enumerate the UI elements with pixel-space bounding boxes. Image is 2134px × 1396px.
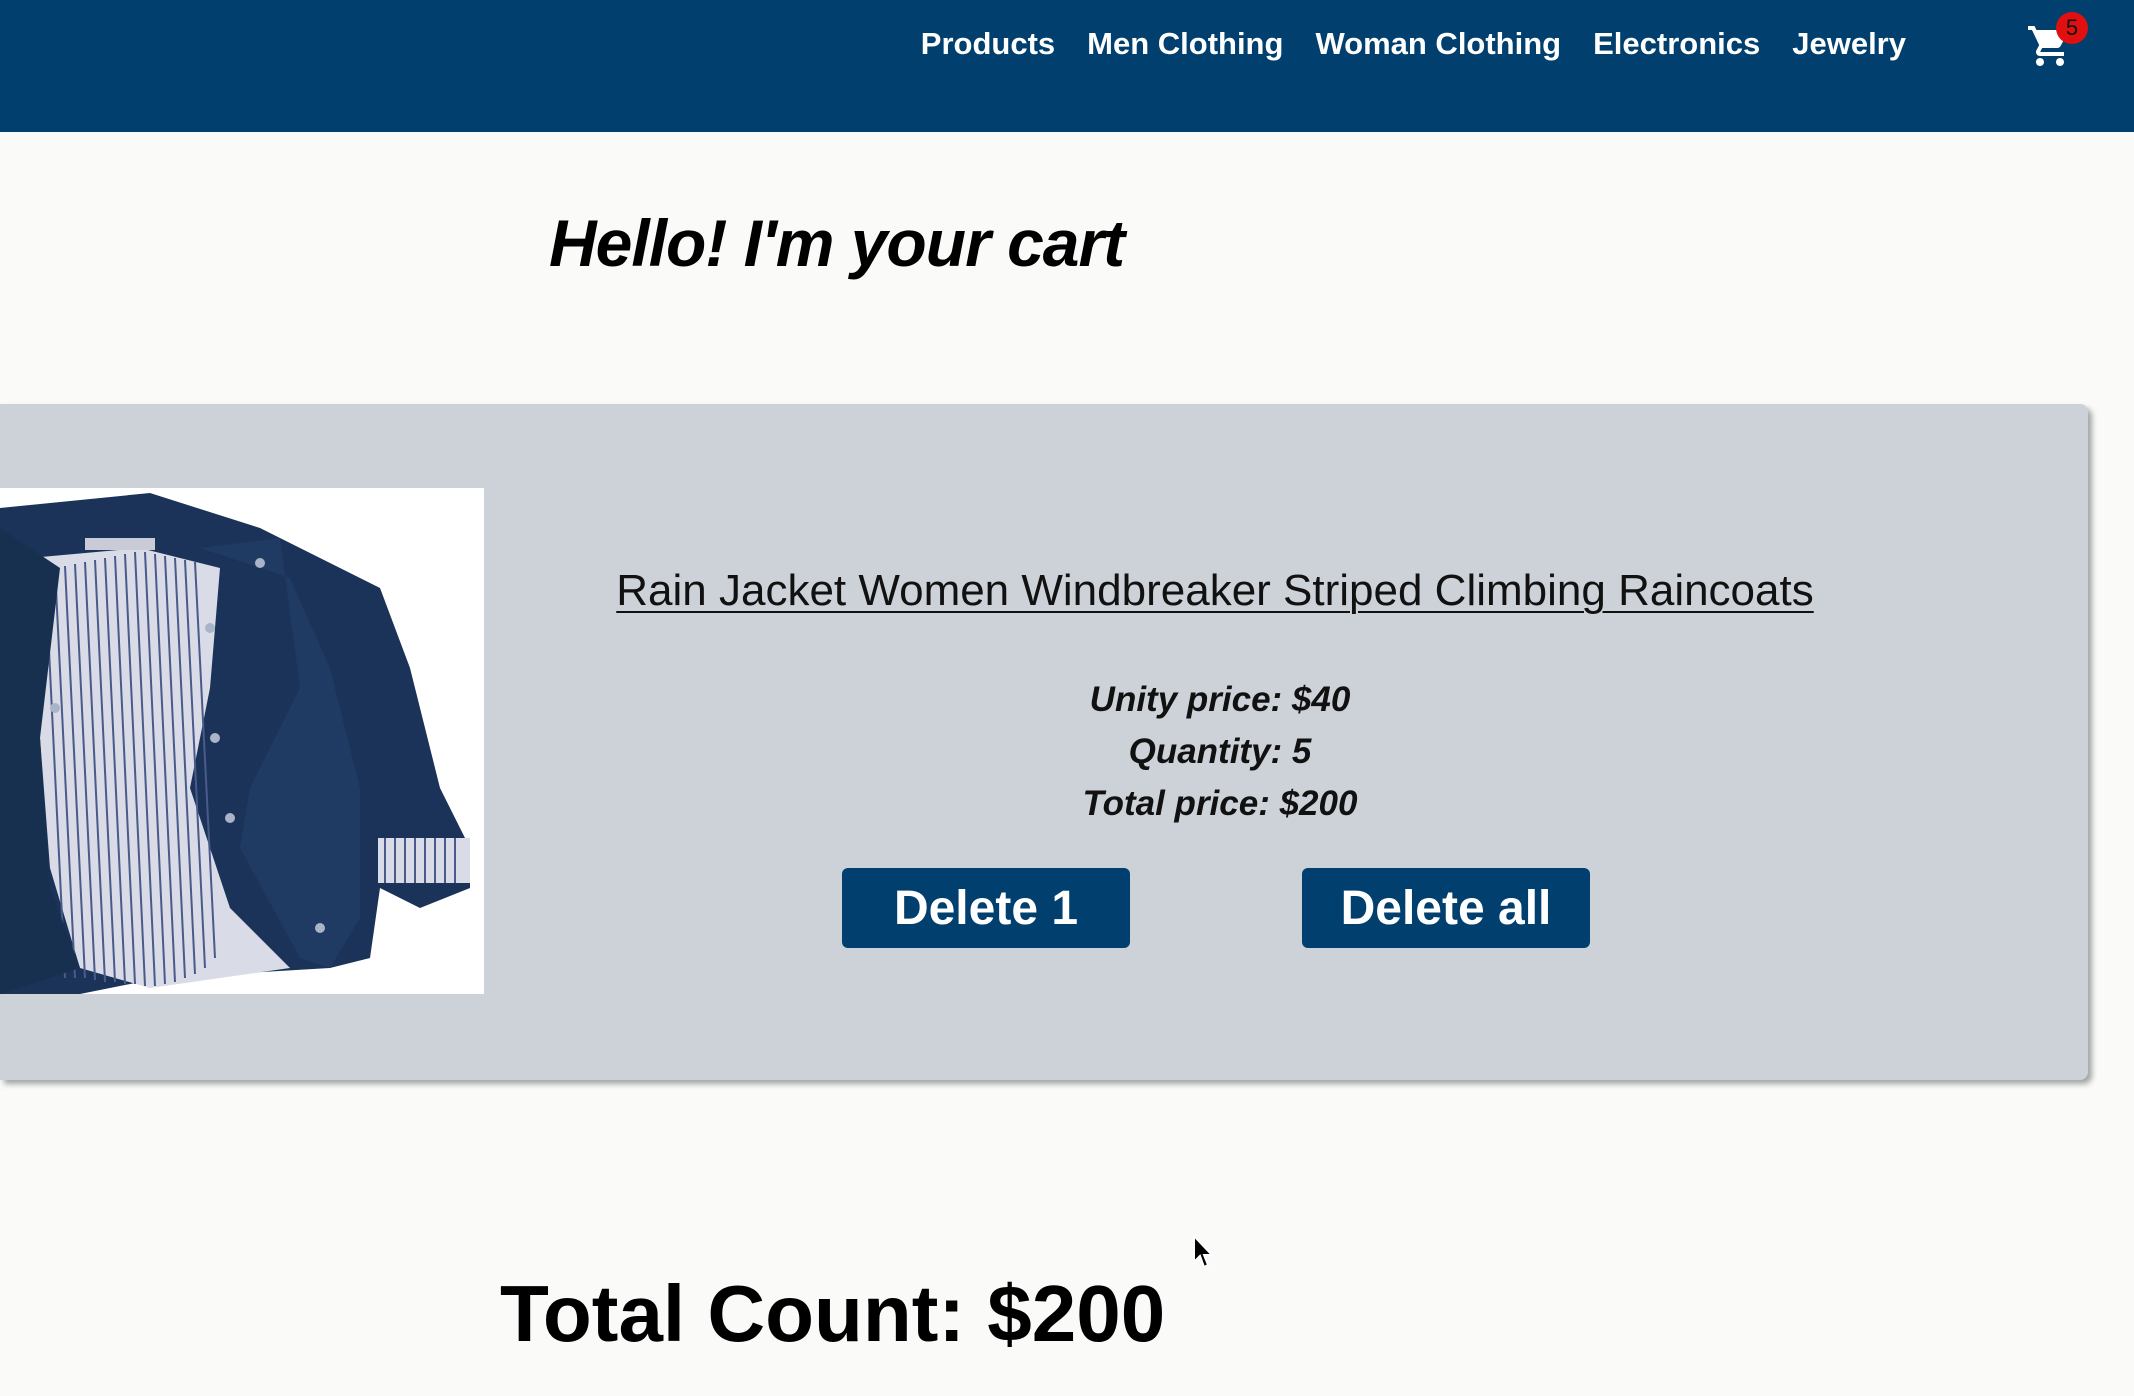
price-details: Unity price: $40 Quantity: 5 Total price… (960, 674, 1480, 830)
unit-price: Unity price: $40 (1089, 680, 1351, 719)
product-name-link[interactable]: Rain Jacket Women Windbreaker Striped Cl… (616, 566, 1813, 615)
nav-link-jewelry[interactable]: Jewelry (1792, 20, 1906, 68)
mouse-cursor-icon (1193, 1234, 1214, 1269)
delete-one-button[interactable]: Delete 1 (842, 868, 1130, 948)
product-image (0, 488, 484, 994)
cart-item-card: Rain Jacket Women Windbreaker Striped Cl… (0, 404, 2088, 1080)
quantity: Quantity: 5 (1128, 732, 1312, 771)
nav-link-woman-clothing[interactable]: Woman Clothing (1315, 20, 1561, 68)
page-title: Hello! I'm your cart (549, 206, 1125, 280)
product-name-box: Rain Jacket Women Windbreaker Striped Cl… (560, 566, 1870, 616)
delete-all-button[interactable]: Delete all (1302, 868, 1590, 948)
nav-link-electronics[interactable]: Electronics (1593, 20, 1760, 68)
jacket-image (0, 488, 484, 994)
nav-link-products[interactable]: Products (921, 20, 1055, 68)
item-total-price: Total price: $200 (1082, 784, 1358, 823)
nav-links: Products Men Clothing Woman Clothing Ele… (921, 20, 1906, 68)
cart-count-badge: 5 (2056, 12, 2088, 44)
total-count: Total Count: $200 (500, 1269, 1166, 1358)
navbar: Products Men Clothing Woman Clothing Ele… (0, 0, 2134, 132)
nav-link-men-clothing[interactable]: Men Clothing (1087, 20, 1283, 68)
